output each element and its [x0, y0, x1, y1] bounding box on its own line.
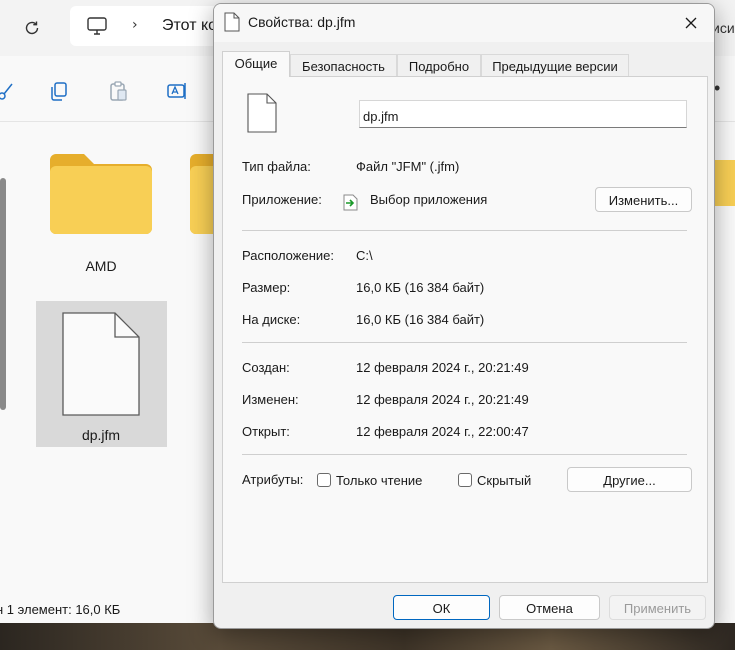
- file-icon: [247, 93, 277, 133]
- paste-icon[interactable]: [107, 80, 129, 102]
- properties-dialog: Свойства: dp.jfm Общие Безопасность Подр…: [213, 3, 715, 629]
- accessed-value: 12 февраля 2024 г., 22:00:47: [356, 424, 529, 439]
- general-panel: [222, 76, 708, 583]
- close-button[interactable]: [668, 4, 714, 42]
- search-fragment: иси: [712, 20, 735, 36]
- divider: [242, 230, 687, 231]
- created-label: Создан:: [242, 360, 290, 375]
- rename-icon[interactable]: [166, 80, 188, 102]
- change-button[interactable]: Изменить...: [595, 187, 692, 212]
- breadcrumb-label: Этот ко: [162, 17, 218, 34]
- location-value: C:\: [356, 248, 373, 263]
- app-value: Выбор приложения: [370, 192, 488, 207]
- modified-label: Изменен:: [242, 392, 299, 407]
- app-picker-icon: [343, 194, 358, 211]
- cancel-button[interactable]: Отмена: [499, 595, 600, 620]
- refresh-icon: [25, 21, 39, 35]
- title-bar[interactable]: Свойства: dp.jfm: [214, 4, 714, 42]
- folder-icon[interactable]: [712, 160, 735, 206]
- file-icon[interactable]: [62, 312, 140, 416]
- tab-details[interactable]: Подробно: [397, 54, 481, 76]
- size-value: 16,0 КБ (16 384 байт): [356, 280, 485, 295]
- ok-button[interactable]: ОК: [393, 595, 490, 620]
- tab-previous-versions[interactable]: Предыдущие версии: [481, 54, 629, 76]
- cut-icon[interactable]: [0, 80, 16, 102]
- app-label: Приложение:: [242, 192, 322, 207]
- modified-value: 12 февраля 2024 г., 20:21:49: [356, 392, 529, 407]
- status-bar-text: н 1 элемент: 16,0 КБ: [0, 602, 121, 617]
- folder-icon[interactable]: [48, 150, 154, 236]
- created-value: 12 февраля 2024 г., 20:21:49: [356, 360, 529, 375]
- disk-size-label: На диске:: [242, 312, 301, 327]
- location-label: Расположение:: [242, 248, 334, 263]
- disk-size-value: 16,0 КБ (16 384 байт): [356, 312, 485, 327]
- divider: [242, 454, 687, 455]
- scrollbar[interactable]: [0, 178, 6, 410]
- readonly-checkbox[interactable]: [317, 473, 331, 487]
- size-label: Размер:: [242, 280, 291, 295]
- dialog-title: Свойства: dp.jfm: [248, 14, 356, 30]
- file-label[interactable]: dp.jfm: [60, 427, 142, 443]
- computer-icon: [87, 17, 107, 35]
- close-icon: [685, 17, 697, 29]
- type-value: Файл "JFM" (.jfm): [356, 159, 460, 174]
- copy-icon[interactable]: [48, 80, 70, 102]
- hidden-label[interactable]: Скрытый: [477, 473, 531, 488]
- folder-label[interactable]: AMD: [60, 258, 142, 274]
- file-icon: [224, 12, 240, 32]
- accessed-label: Открыт:: [242, 424, 290, 439]
- type-label: Тип файла:: [242, 159, 311, 174]
- apply-button[interactable]: Применить: [609, 595, 706, 620]
- advanced-attributes-button[interactable]: Другие...: [567, 467, 692, 492]
- refresh-button[interactable]: [18, 14, 46, 42]
- divider: [242, 342, 687, 343]
- tab-general[interactable]: Общие: [222, 51, 290, 77]
- tab-security[interactable]: Безопасность: [290, 54, 397, 76]
- chevron-right-icon: ›: [132, 17, 138, 33]
- readonly-label[interactable]: Только чтение: [336, 473, 422, 488]
- file-name-field[interactable]: [359, 100, 687, 128]
- attributes-label: Атрибуты:: [242, 472, 304, 487]
- hidden-checkbox[interactable]: [458, 473, 472, 487]
